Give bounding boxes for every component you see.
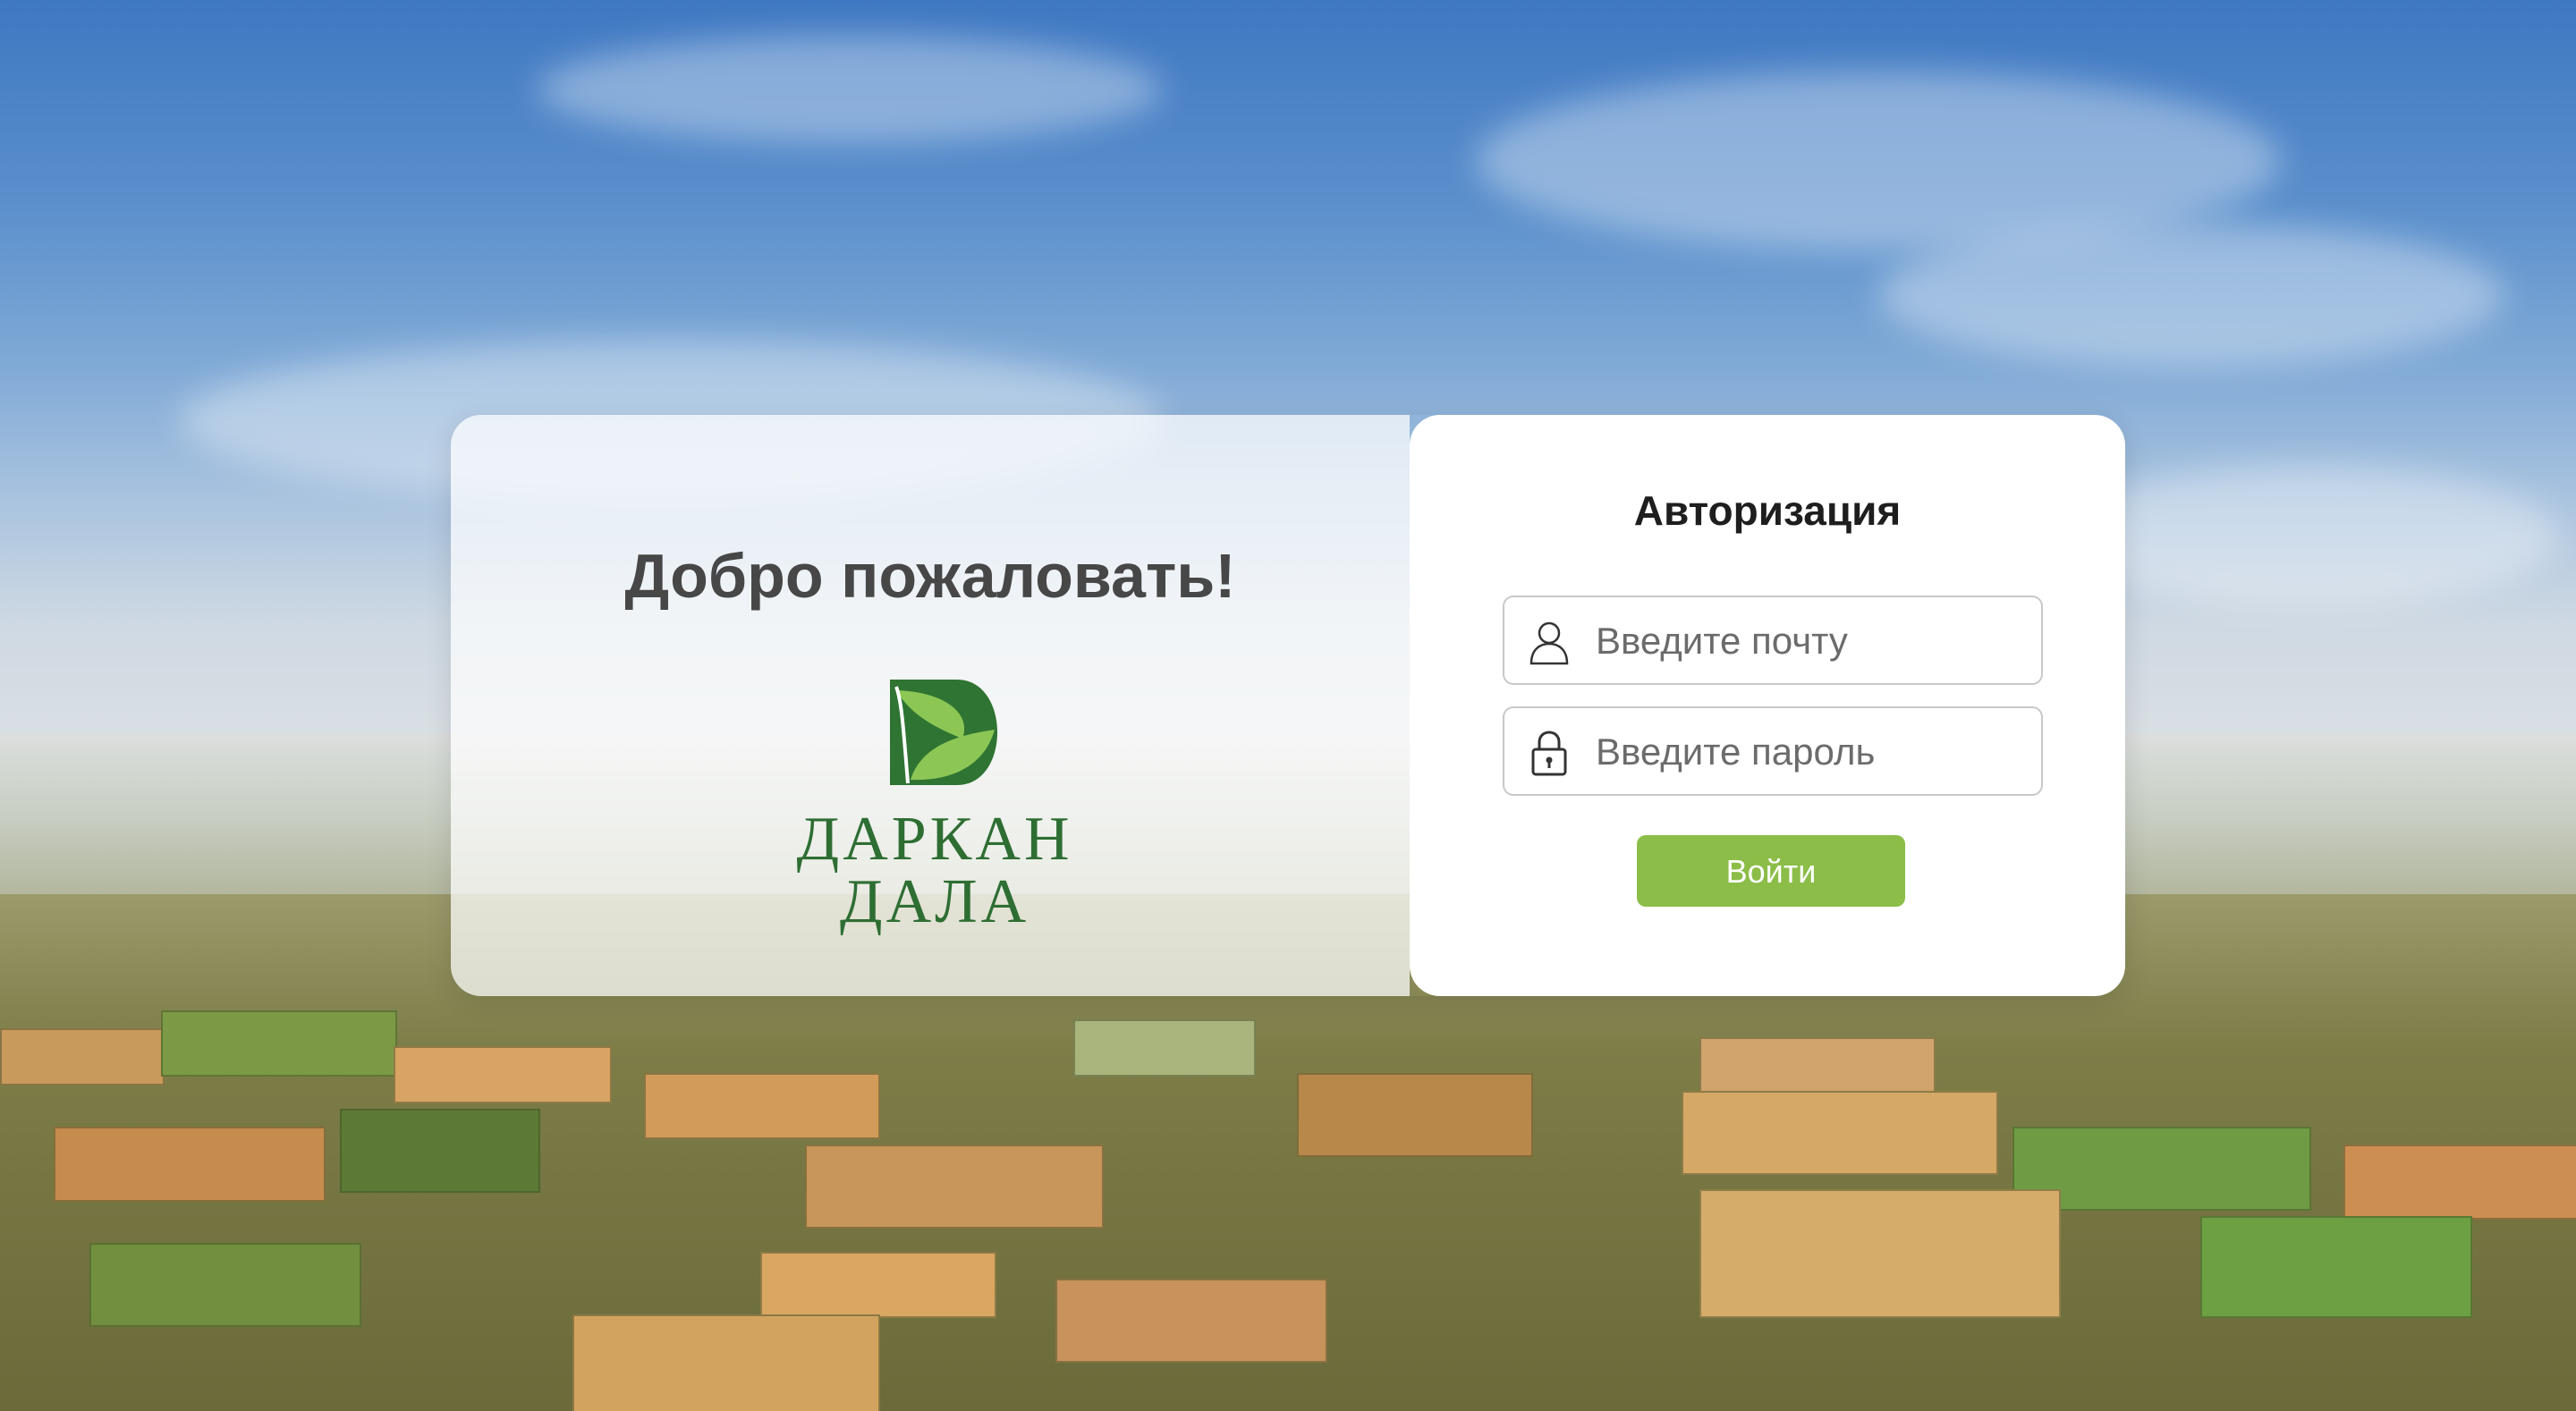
cloud [2057, 465, 2558, 608]
welcome-title: Добро пожаловать! [624, 541, 1236, 611]
email-input[interactable] [1594, 606, 2027, 676]
auth-panel: Авторизация Войти [1410, 415, 2125, 996]
email-field[interactable] [1503, 596, 2043, 685]
password-input[interactable] [1594, 717, 2027, 787]
login-card: Добро пожаловать! ДАРКАН ДАЛА Авторизаци… [451, 415, 2125, 996]
company-logo: ДАРКАН ДАЛА [796, 674, 1073, 934]
login-button[interactable]: Войти [1637, 835, 1905, 907]
password-field[interactable] [1503, 706, 2043, 796]
welcome-panel: Добро пожаловать! ДАРКАН ДАЛА [451, 415, 1410, 996]
cloud [537, 36, 1163, 143]
auth-title: Авторизация [1633, 487, 1902, 534]
lock-icon [1531, 731, 1567, 776]
leaf-d-icon [890, 680, 997, 785]
logo-text-line1: ДАРКАН [796, 805, 1073, 874]
user-icon [1530, 621, 1569, 665]
cloud [1878, 224, 2504, 367]
logo-text-line2: ДАЛА [839, 867, 1030, 936]
